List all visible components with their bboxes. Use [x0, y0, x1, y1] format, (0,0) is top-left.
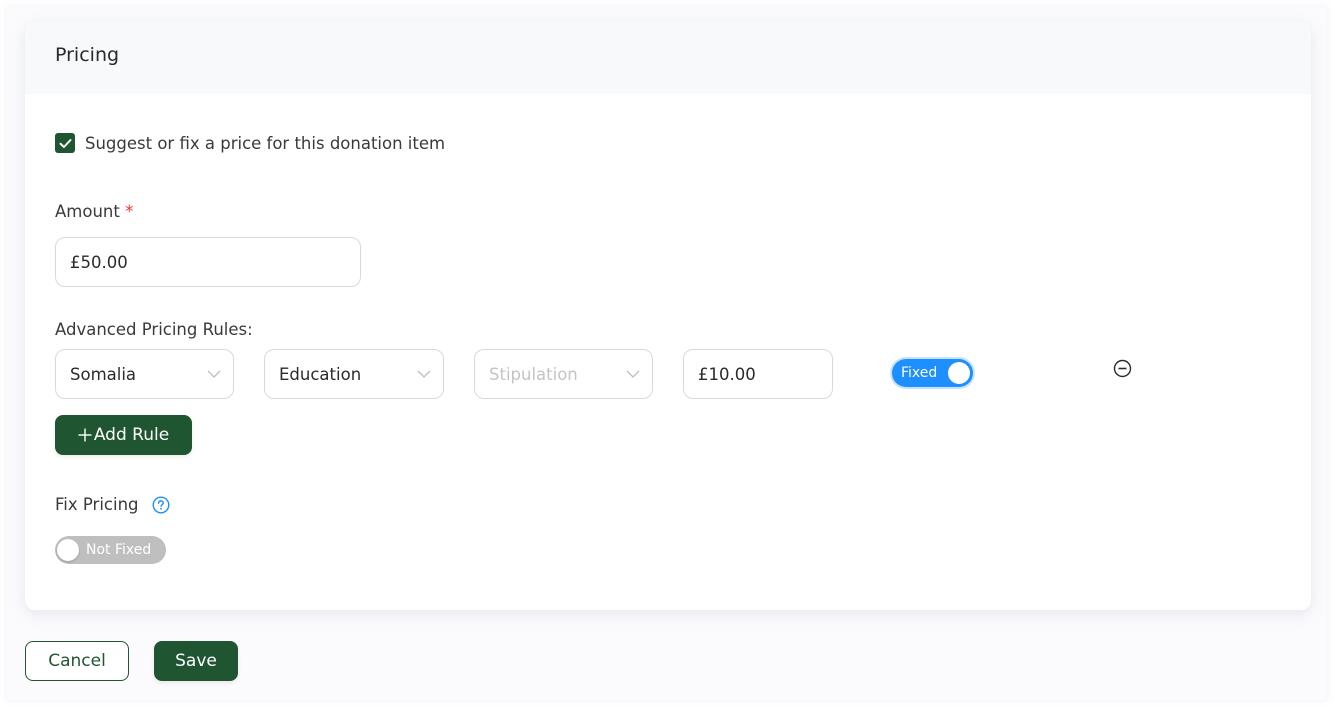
rule-amount-value: £10.00	[698, 364, 756, 384]
page-container: Pricing Suggest or fix a price for this …	[7, 7, 1327, 700]
pricing-card: Pricing Suggest or fix a price for this …	[25, 22, 1311, 610]
required-marker: *	[125, 202, 134, 221]
plus-icon	[78, 428, 92, 442]
checkmark-icon	[59, 138, 71, 148]
save-label: Save	[175, 651, 217, 671]
fix-pricing-toggle[interactable]: Not Fixed	[55, 536, 166, 564]
minus-circle-icon	[1113, 359, 1132, 378]
add-rule-button[interactable]: Add Rule	[55, 415, 192, 455]
rule-country-select[interactable]: Somalia	[55, 349, 234, 399]
toggle-knob	[57, 539, 79, 561]
amount-input-value: £50.00	[70, 252, 128, 272]
suggest-price-label: Suggest or fix a price for this donation…	[85, 133, 446, 153]
suggest-price-row[interactable]: Suggest or fix a price for this donation…	[55, 133, 445, 153]
rule-stipulation-placeholder: Stipulation	[489, 364, 578, 384]
rule-category-value: Education	[279, 364, 362, 384]
advanced-rules-label: Advanced Pricing Rules:	[55, 320, 253, 339]
question-circle-icon[interactable]	[151, 495, 170, 514]
amount-label-text: Amount	[55, 202, 120, 221]
cancel-button[interactable]: Cancel	[25, 641, 129, 681]
toggle-knob	[948, 362, 970, 384]
amount-label: Amount *	[55, 202, 133, 221]
rule-stipulation-select[interactable]: Stipulation	[474, 349, 653, 399]
fix-pricing-row: Fix Pricing	[55, 495, 170, 514]
remove-rule-button[interactable]	[1113, 359, 1132, 378]
amount-input[interactable]: £50.00	[55, 237, 361, 287]
rule-amount-input[interactable]: £10.00	[683, 349, 833, 399]
card-title: Pricing	[55, 44, 120, 66]
rule-fixed-toggle-label: Fixed	[901, 365, 938, 381]
add-rule-label: Add Rule	[93, 425, 170, 445]
cancel-label: Cancel	[48, 651, 106, 671]
chevron-down-icon	[207, 370, 221, 378]
rule-fixed-toggle[interactable]: Fixed	[892, 359, 973, 387]
suggest-price-checkbox[interactable]	[55, 133, 75, 153]
fix-pricing-label: Fix Pricing	[55, 495, 139, 514]
rule-category-select[interactable]: Education	[264, 349, 444, 399]
save-button[interactable]: Save	[154, 641, 238, 681]
card-header: Pricing	[25, 22, 1311, 94]
rule-country-value: Somalia	[70, 364, 137, 384]
chevron-down-icon	[417, 370, 431, 378]
chevron-down-icon	[626, 370, 640, 378]
fix-pricing-toggle-label: Not Fixed	[86, 542, 152, 558]
